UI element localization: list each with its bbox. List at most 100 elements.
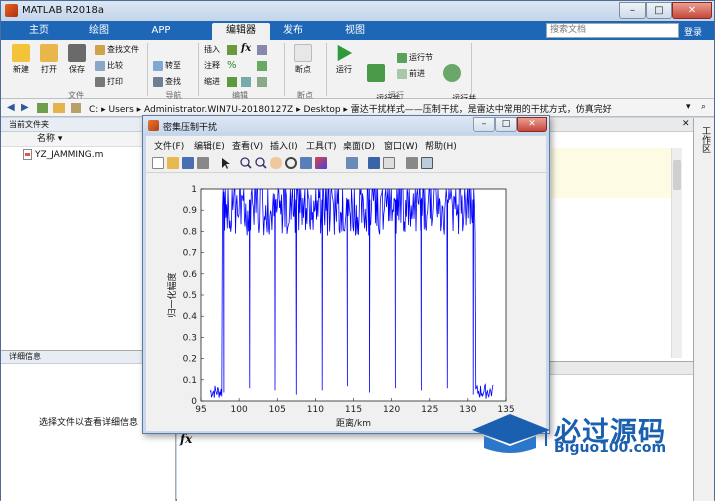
y-tick-label: 0.2 xyxy=(183,355,197,365)
scrollbar-thumb[interactable] xyxy=(673,160,681,190)
goto-button[interactable]: 转至 xyxy=(153,60,181,71)
minimize-button[interactable]: – xyxy=(619,2,646,19)
y-tick-label: 0.4 xyxy=(183,312,198,322)
back-arrow-icon[interactable]: ◀ xyxy=(7,102,15,113)
figure-menu-bar: 文件(F) 编辑(E) 查看(V) 插入(I) 工具(T) 桌面(D) 窗口(W… xyxy=(146,136,546,153)
watermark: 必过源码 Biguo100.com xyxy=(470,410,695,460)
x-tick-label: 110 xyxy=(307,405,324,415)
brush-icon[interactable] xyxy=(315,157,327,169)
find-button[interactable]: 查找 xyxy=(153,76,181,87)
up-folder-icon[interactable] xyxy=(37,103,48,113)
run-advance-icon xyxy=(367,64,385,82)
zoom-out-icon[interactable] xyxy=(255,157,267,169)
graduation-cap-logo xyxy=(472,414,550,453)
run-and-time-icon xyxy=(443,64,461,82)
data-cursor-icon[interactable] xyxy=(300,157,312,169)
search-input[interactable]: 搜索文档 xyxy=(546,23,679,38)
print-figure-icon[interactable] xyxy=(197,157,209,169)
menu-edit[interactable]: 编辑(E) xyxy=(194,139,225,152)
save-figure-icon[interactable] xyxy=(182,157,194,169)
editor-scrollbar[interactable] xyxy=(671,148,682,358)
insert-button[interactable]: 插入 xyxy=(204,44,220,55)
search-folder-icon[interactable]: ⌕ xyxy=(701,102,706,112)
forward-arrow-icon[interactable]: ▶ xyxy=(21,102,29,113)
comment-percent-icon[interactable]: % xyxy=(227,60,237,71)
ribbon: 新建 打开 保存 查找文件 比较 打印 文件 转至 查找 导航 插入 注释 缩进… xyxy=(1,40,714,113)
compare-button[interactable]: 比较 xyxy=(95,60,123,71)
ribbon-separator xyxy=(198,43,199,96)
figure-close-button[interactable]: ✕ xyxy=(517,117,547,132)
close-button[interactable]: ✕ xyxy=(672,2,712,19)
show-tools-icon[interactable] xyxy=(421,157,433,169)
advance-button[interactable]: 前进 xyxy=(397,68,425,79)
link-plot-icon[interactable] xyxy=(346,157,358,169)
menu-view[interactable]: 查看(V) xyxy=(232,139,263,152)
window-title: MATLAB R2018a xyxy=(22,5,105,16)
zoom-in-icon[interactable] xyxy=(240,157,252,169)
menu-file[interactable]: 文件(F) xyxy=(154,139,184,152)
open-button[interactable]: 打开 xyxy=(37,44,61,75)
run-section-button[interactable]: 运行节 xyxy=(397,52,433,63)
figure-maximize-button[interactable]: □ xyxy=(495,117,517,132)
insert-icon[interactable] xyxy=(257,45,267,55)
figure-toolbar xyxy=(146,153,546,173)
pointer-icon[interactable] xyxy=(220,157,232,169)
tab-editor[interactable]: 编辑器 xyxy=(212,23,270,40)
indent-icon[interactable] xyxy=(227,77,237,87)
chevron-down-icon[interactable]: ▾ xyxy=(686,102,691,112)
tab-apps[interactable]: APP xyxy=(141,23,181,40)
find-files-button[interactable]: 查找文件 xyxy=(95,44,139,55)
comment-button[interactable]: 注释 xyxy=(204,60,220,71)
matlab-logo-icon xyxy=(5,4,18,17)
maximize-button[interactable]: □ xyxy=(646,2,672,19)
save-button[interactable]: 保存 xyxy=(65,44,89,75)
wrap-comment-icon[interactable] xyxy=(257,61,267,71)
tab-home[interactable]: 主页 xyxy=(19,23,59,40)
file-name: YZ_JAMMING.m xyxy=(35,150,104,160)
colorbar-icon[interactable] xyxy=(368,157,380,169)
tab-view[interactable]: 视图 xyxy=(335,23,375,40)
print-button[interactable]: 打印 xyxy=(95,76,123,87)
legend-icon[interactable] xyxy=(383,157,395,169)
tab-publish[interactable]: 发布 xyxy=(273,23,313,40)
y-tick-label: 0.6 xyxy=(183,270,198,280)
find-icon xyxy=(153,76,163,87)
menu-desktop[interactable]: 桌面(D) xyxy=(343,139,375,152)
find-files-icon xyxy=(95,44,105,55)
run-button[interactable]: 运行 xyxy=(332,44,356,75)
breakpoints-button[interactable]: 断点 xyxy=(291,44,315,75)
workspace-strip[interactable]: 工作区 xyxy=(693,118,714,501)
breadcrumb[interactable]: C: ▸ Users ▸ Administrator.WIN7U-2018012… xyxy=(89,102,612,115)
figure-minimize-button[interactable]: – xyxy=(473,117,495,132)
file-item[interactable]: YZ_JAMMING.m xyxy=(23,149,103,160)
menu-tools[interactable]: 工具(T) xyxy=(306,139,337,152)
new-button[interactable]: 新建 xyxy=(9,44,33,75)
plot-svg[interactable]: 95 100 105 110 115 120 125 130 13500.10.20.30.40… xyxy=(146,173,546,431)
insert-function-icon[interactable]: fx xyxy=(241,43,251,54)
breakpoints-icon xyxy=(294,44,312,62)
new-figure-icon[interactable] xyxy=(152,157,164,169)
browse-folder-icon[interactable] xyxy=(53,103,65,113)
tab-plots[interactable]: 绘图 xyxy=(79,23,119,40)
close-icon[interactable]: ✕ xyxy=(682,119,690,129)
x-tick-label: 125 xyxy=(421,405,438,415)
login-link[interactable]: 登录 xyxy=(684,25,702,38)
rotate-icon[interactable] xyxy=(285,157,297,169)
menu-help[interactable]: 帮助(H) xyxy=(425,139,457,152)
smart-indent-icon[interactable] xyxy=(241,77,251,87)
hide-tools-icon[interactable] xyxy=(406,157,418,169)
goto-icon xyxy=(153,60,163,71)
ribbon-separator xyxy=(147,43,148,96)
open-file-icon[interactable] xyxy=(167,157,179,169)
indent-button[interactable]: 缩进 xyxy=(204,76,220,87)
pan-hand-icon[interactable] xyxy=(270,157,282,169)
outdent-icon[interactable] xyxy=(257,77,267,87)
command-prompt: fx xyxy=(180,432,193,446)
menu-window[interactable]: 窗口(W) xyxy=(384,139,418,152)
insert-section-icon[interactable] xyxy=(227,45,237,55)
editor-code-area[interactable] xyxy=(551,148,671,198)
drive-icon xyxy=(71,103,81,113)
new-icon xyxy=(12,44,30,62)
menu-insert[interactable]: 插入(I) xyxy=(270,139,298,152)
figure-title: 密集压制干扰 xyxy=(163,123,218,133)
